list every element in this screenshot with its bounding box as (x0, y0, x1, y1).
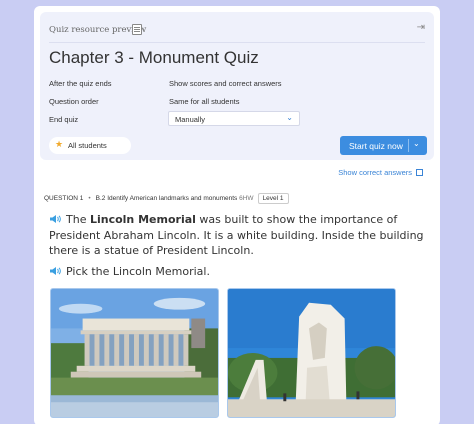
divider (49, 42, 425, 43)
question-number: QUESTION 1 (44, 195, 84, 202)
question-meta: QUESTION 1 • B.2 Identify American landmar… (44, 193, 289, 204)
skill-code: 6HW (239, 195, 254, 202)
document-icon[interactable] (132, 24, 142, 35)
button-divider (408, 139, 409, 152)
question-skill: B.2 Identify American landmarks and monu… (95, 195, 238, 202)
end-quiz-select[interactable]: Manually ⌄ (168, 111, 300, 126)
show-correct-answers-toggle[interactable]: Show correct answers (338, 168, 423, 177)
speaker-icon[interactable] (49, 266, 62, 276)
star-icon: ★ (55, 139, 64, 149)
lincoln-memorial-image (51, 289, 218, 417)
show-answers-label: Show correct answers (338, 168, 412, 177)
quiz-settings-panel: Quiz resource preview ⇥ Chapter 3 - Monu… (40, 12, 434, 160)
setting-label-after-quiz: After the quiz ends (49, 79, 112, 88)
choice-mlk-memorial[interactable] (227, 288, 396, 418)
mlk-memorial-image (228, 289, 395, 417)
audience-chip[interactable]: ★ All students (49, 137, 131, 154)
page-title: Chapter 3 - Monument Quiz (49, 48, 259, 67)
exit-icon[interactable]: ⇥ (417, 22, 425, 33)
checkbox-icon[interactable] (416, 169, 423, 176)
question-passage: The Lincoln Memorial was built to show t… (49, 212, 429, 259)
end-quiz-select-value: Manually (175, 115, 206, 124)
separator-dot: • (88, 195, 91, 202)
quiz-preview-card: Quiz resource preview ⇥ Chapter 3 - Monu… (34, 6, 440, 424)
question-prompt: Pick the Lincoln Memorial. (49, 265, 210, 278)
setting-value-after-quiz: Show scores and correct answers (169, 79, 282, 88)
choice-lincoln-memorial[interactable] (50, 288, 219, 418)
level-badge: Level 1 (257, 193, 289, 204)
speaker-icon[interactable] (49, 214, 62, 224)
chevron-down-icon[interactable]: ⌄ (413, 139, 420, 148)
setting-value-question-order: Same for all students (169, 97, 240, 106)
start-quiz-button[interactable]: Start quiz now ⌄ (340, 136, 427, 155)
chevron-down-icon: ⌄ (286, 113, 293, 122)
passage-bold: Lincoln Memorial (89, 213, 196, 226)
start-quiz-label: Start quiz now (349, 141, 403, 151)
audience-label: All students (68, 141, 107, 150)
setting-label-end-quiz: End quiz (49, 115, 79, 124)
passage-text-pre: The (66, 213, 90, 226)
prompt-text: Pick the Lincoln Memorial. (66, 265, 210, 278)
setting-label-question-order: Question order (49, 97, 99, 106)
